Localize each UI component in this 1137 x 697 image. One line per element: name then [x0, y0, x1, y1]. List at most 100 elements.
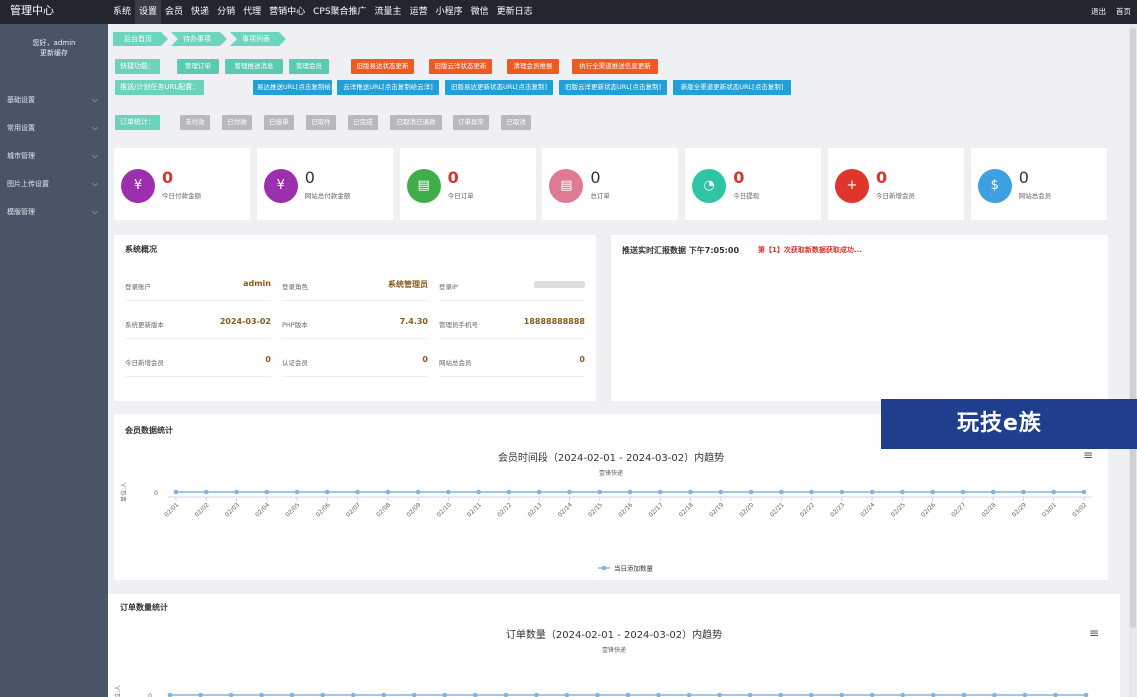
clear-cache-link[interactable]: 更新缓存: [0, 48, 108, 58]
data-point: [747, 692, 753, 697]
topnav-item[interactable]: 运营: [406, 0, 432, 24]
topnav-item[interactable]: 小程序: [432, 0, 467, 24]
x-tick-label: 02/22: [799, 501, 816, 518]
data-point: [536, 489, 542, 495]
stat-label: 今日新增会员: [876, 192, 915, 200]
data-point: [625, 692, 631, 697]
topnav-item[interactable]: 代理: [239, 0, 265, 24]
topnav-item[interactable]: 流量主: [371, 0, 406, 24]
data-point: [960, 489, 966, 495]
copy-url-button[interactable]: 云洋推送URL[点击复制给云洋]: [337, 80, 439, 95]
order-chart-panel: 订单数量统计 订单数量（2024-02-01 - 2024-03-02）内趋势 …: [108, 594, 1120, 697]
data-point: [930, 489, 935, 495]
stat-card: ¥0 网站总付款金额: [256, 148, 393, 220]
quick-button[interactable]: 管理订单: [177, 59, 219, 74]
sidebar-item[interactable]: 常用设置 ⌵: [0, 114, 108, 142]
y-tick-label: 0: [154, 490, 158, 497]
copy-url-button[interactable]: 易达推送URL[点击复制给易达]: [253, 80, 346, 95]
info-label: 管理员手机号: [439, 321, 478, 329]
quick-button[interactable]: 清理会员推据: [507, 59, 559, 74]
home-link[interactable]: 首页: [1116, 0, 1131, 24]
chevron-down-icon: ⌵: [91, 151, 98, 160]
x-tick-label: 02/07: [345, 501, 362, 518]
stat-card: $0 网站总会员: [970, 148, 1107, 220]
realtime-push-message: 第【1】次获取新数据获取成功...: [758, 246, 862, 254]
order-status-button[interactable]: 订单异常: [453, 115, 489, 130]
quick-button[interactable]: 管理推送消息: [225, 59, 283, 74]
topnav-item[interactable]: 系统: [109, 0, 135, 24]
order-status-button[interactable]: 已取消: [501, 115, 531, 130]
topnav-item[interactable]: 设置: [135, 0, 162, 24]
pie-chart-icon: ◔: [692, 169, 727, 203]
x-tick-label: 02/18: [678, 501, 695, 518]
data-point: [473, 692, 478, 697]
topnav-item[interactable]: 会员: [161, 0, 187, 24]
x-tick-label: 02/20: [738, 501, 755, 518]
order-status-button[interactable]: 已完成: [348, 115, 378, 130]
sidebar-item-label: 常用设置: [7, 124, 35, 132]
copy-url-button[interactable]: 旧版易达更新状态URL[点击复制]: [445, 80, 553, 95]
breadcrumb-home[interactable]: 后台首页: [113, 32, 168, 46]
blurred-ip: [534, 281, 585, 288]
order-status-button[interactable]: 已接单: [264, 115, 294, 130]
user-box: 您好，admin 更新缓存: [0, 24, 108, 86]
data-point: [167, 692, 173, 697]
row-divider: [282, 300, 428, 301]
stat-label: 网站总会员: [1018, 192, 1052, 200]
copy-url-button[interactable]: 新版全渠道更新状态URL[点击复制]: [673, 80, 791, 95]
order-status-button[interactable]: 已取消已退款: [390, 115, 442, 130]
topnav-item[interactable]: 微信: [467, 0, 493, 24]
money-bag-icon: $: [977, 169, 1012, 203]
sidebar-item[interactable]: 基础设置 ⌵: [0, 86, 108, 114]
info-value: 2024-03-02: [219, 317, 271, 326]
topnav-item[interactable]: 分销: [213, 0, 239, 24]
data-point: [597, 489, 603, 495]
quick-button[interactable]: 执行全渠道推送信息更新: [572, 59, 658, 74]
stat-card: ¥0 今日付款金额: [114, 148, 250, 220]
main-content: 后台首页 待办事项 事项列表 快捷功能： 管理订单 管理推送消息 管理会员 旧版易达状态…: [108, 24, 1137, 697]
row-divider: [282, 376, 428, 377]
stat-card: ▤ 0 总订单: [542, 148, 679, 220]
x-tick-label: 02/15: [587, 501, 604, 518]
y-axis-label: 单位:人: [114, 685, 122, 697]
x-tick-label: 02/04: [254, 501, 271, 518]
breadcrumb-list[interactable]: 事项列表: [230, 32, 286, 46]
add-user-icon: +: [835, 169, 869, 203]
x-tick-label: 02/10: [436, 501, 453, 518]
info-value: admin: [243, 279, 271, 288]
topnav-item[interactable]: CPS聚合推广: [309, 0, 370, 24]
order-status-button[interactable]: 未付款: [180, 115, 210, 130]
order-status-button[interactable]: 已取件: [306, 115, 336, 130]
row-label: 快捷功能：: [115, 59, 160, 74]
row-divider: [439, 300, 585, 301]
sidebar-item[interactable]: 模版管理 ⌵: [0, 198, 108, 226]
quick-button[interactable]: 旧版易达状态更新: [351, 59, 414, 74]
copy-url-button[interactable]: 旧版云洋更新状态URL[点击复制]: [559, 80, 667, 95]
stat-card: ▤ 0 今日订单: [399, 148, 536, 220]
data-point: [1021, 489, 1026, 495]
quick-button[interactable]: 管理会员: [289, 59, 329, 74]
breadcrumb-todo[interactable]: 待办事项: [171, 32, 227, 46]
sidebar: 您好，admin 更新缓存 基础设置 ⌵ 常用设置 ⌵ 城市管理 ⌵ 图片上传设置 ⌵ 模版管理…: [0, 24, 108, 697]
x-tick-label: 02/14: [557, 501, 574, 518]
scrollbar[interactable]: [1129, 24, 1137, 697]
sidebar-item-label: 基础设置: [7, 96, 35, 104]
info-value: 0: [265, 355, 271, 364]
sidebar-item[interactable]: 城市管理 ⌵: [0, 142, 108, 170]
row-divider: [282, 338, 428, 339]
sidebar-item[interactable]: 图片上传设置 ⌵: [0, 170, 108, 198]
topnav-item[interactable]: 快递: [187, 0, 213, 24]
x-tick-label: 02/21: [769, 501, 786, 518]
logout-link[interactable]: 退出: [1091, 0, 1106, 24]
data-point: [657, 489, 663, 495]
x-tick-label: 02/29: [1011, 501, 1028, 518]
top-bar: 管理中心 系统 设置 会员 快递 分销 代理 营销中心 CPS聚合推广 流量主 运营 小程序 微信 更新…: [0, 0, 1137, 24]
topnav-item[interactable]: 更新日志: [493, 0, 537, 24]
topnav-item[interactable]: 营销中心: [265, 0, 309, 24]
quick-button[interactable]: 旧版云洋状态更新: [429, 59, 492, 74]
order-status-button[interactable]: 已付款: [222, 115, 252, 130]
info-label: 登录角色: [282, 283, 308, 291]
breadcrumb: 后台首页 待办事项 事项列表: [113, 32, 289, 46]
data-point: [446, 489, 451, 495]
scrollbar-thumb[interactable]: [1130, 28, 1136, 628]
